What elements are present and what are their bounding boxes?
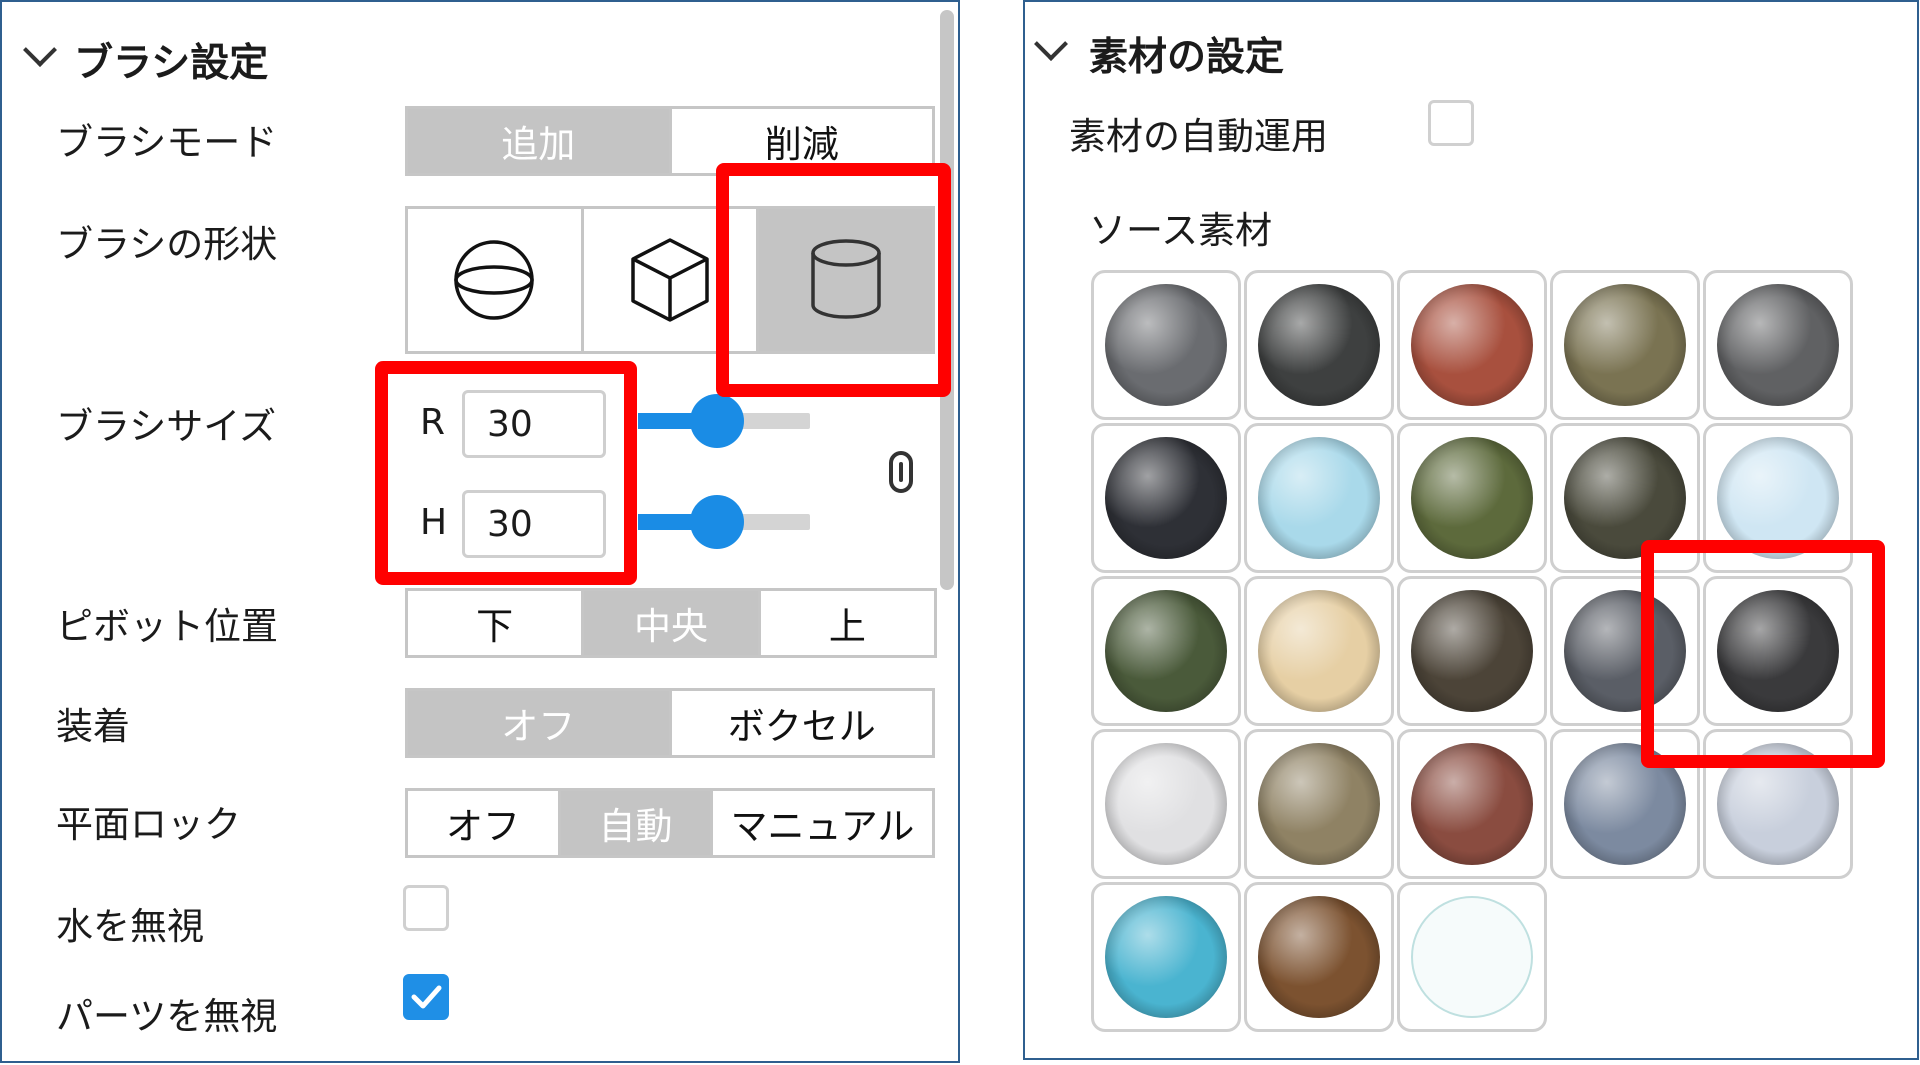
section-title-brush: ブラシ設定 — [74, 41, 269, 86]
material-swatch-air — [1411, 896, 1533, 1018]
brush-mode-label: ブラシモード — [56, 121, 278, 164]
auto-apply-label: 素材の自動運用 — [1069, 115, 1328, 158]
material-swatch-snow — [1717, 743, 1839, 865]
plane-lock-off[interactable]: オフ — [408, 791, 558, 855]
material-tile-snow[interactable] — [1703, 729, 1853, 879]
material-tile-mud[interactable] — [1397, 576, 1547, 726]
brush-mode-add[interactable]: 追加 — [408, 109, 669, 173]
material-tile-wood-planks[interactable] — [1244, 882, 1394, 1032]
brush-mode-toggle: 追加 削減 — [405, 106, 935, 176]
material-swatch-wood-planks — [1258, 896, 1380, 1018]
ignore-parts-label: パーツを無視 — [56, 995, 278, 1038]
material-swatch-sandstone — [1411, 743, 1533, 865]
pivot-label: ピボット位置 — [56, 605, 278, 648]
material-tile-air[interactable] — [1397, 882, 1547, 1032]
material-tile-asphalt[interactable] — [1091, 270, 1241, 420]
ignore-water-label: 水を無視 — [56, 905, 204, 948]
material-tile-leafy-grass[interactable] — [1091, 576, 1241, 726]
checkmark-icon — [411, 985, 442, 1009]
shape-cube-button[interactable] — [580, 209, 757, 351]
shape-cylinder-button[interactable] — [756, 209, 933, 351]
material-swatch-mud — [1411, 590, 1533, 712]
material-settings-panel: 素材の設定 素材の自動運用 ソース素材 — [1023, 0, 1919, 1060]
chevron-down-icon[interactable] — [23, 33, 57, 67]
height-slider-thumb[interactable] — [690, 495, 745, 549]
radius-input[interactable]: 30 — [462, 390, 606, 458]
material-swatch-ground — [1564, 437, 1686, 559]
plane-lock-label: 平面ロック — [56, 803, 241, 846]
material-swatch-cobblestone — [1564, 284, 1686, 406]
attach-off[interactable]: オフ — [408, 691, 669, 755]
ignore-water-checkbox[interactable] — [403, 885, 449, 931]
chevron-down-icon[interactable] — [1034, 27, 1068, 61]
pivot-bottom[interactable]: 下 — [408, 591, 581, 655]
material-swatch-water — [1105, 896, 1227, 1018]
material-tile-salt[interactable] — [1091, 729, 1241, 879]
material-tile-ice[interactable] — [1703, 423, 1853, 573]
material-tile-grass[interactable] — [1397, 423, 1547, 573]
material-swatch-grass — [1411, 437, 1533, 559]
material-swatch-brick — [1411, 284, 1533, 406]
material-tile-slate[interactable] — [1550, 729, 1700, 879]
material-swatch-sand — [1258, 743, 1380, 865]
attach-toggle: オフ ボクセル — [405, 688, 935, 758]
material-tile-brick[interactable] — [1397, 270, 1547, 420]
material-tile-rock[interactable] — [1703, 576, 1853, 726]
radius-label: R — [420, 402, 446, 443]
material-tile-ground[interactable] — [1550, 423, 1700, 573]
material-tile-pavement[interactable] — [1550, 576, 1700, 726]
material-tile-limestone[interactable] — [1244, 576, 1394, 726]
brush-mode-subtract[interactable]: 削減 — [668, 109, 933, 173]
pivot-center[interactable]: 中央 — [581, 591, 758, 655]
brush-settings-panel: ブラシ設定 ブラシモード 追加 削減 ブラシの形状 ブラシサイズ R 30 H … — [0, 0, 960, 1063]
material-tile-sandstone[interactable] — [1397, 729, 1547, 879]
shape-sphere-button[interactable] — [408, 209, 581, 351]
pivot-top[interactable]: 上 — [757, 591, 934, 655]
scrollbar[interactable] — [940, 10, 954, 590]
height-input[interactable]: 30 — [462, 490, 606, 558]
sphere-icon — [454, 240, 535, 320]
height-label: H — [420, 502, 448, 543]
material-swatch-glacier — [1258, 437, 1380, 559]
ignore-parts-checkbox[interactable] — [403, 974, 449, 1020]
brush-shape-label: ブラシの形状 — [56, 223, 278, 266]
attach-voxel[interactable]: ボクセル — [668, 691, 933, 755]
material-swatch-slate — [1564, 743, 1686, 865]
source-material-label: ソース素材 — [1089, 209, 1273, 252]
cylinder-icon — [810, 239, 881, 319]
material-tile-cobblestone[interactable] — [1550, 270, 1700, 420]
radius-slider-thumb[interactable] — [690, 394, 745, 448]
brush-size-label: ブラシサイズ — [56, 405, 277, 448]
material-swatch-salt — [1105, 743, 1227, 865]
material-swatch-rock — [1717, 590, 1839, 712]
section-title-material: 素材の設定 — [1089, 35, 1285, 80]
material-tile-cracked-lava[interactable] — [1091, 423, 1241, 573]
plane-lock-manual[interactable]: マニュアル — [710, 791, 932, 855]
material-swatch-leafy-grass — [1105, 590, 1227, 712]
pivot-toggle: 下 中央 上 — [405, 588, 937, 658]
attach-label: 装着 — [56, 705, 130, 748]
material-swatch-pavement — [1564, 590, 1686, 712]
cube-icon — [631, 238, 709, 322]
plane-lock-auto[interactable]: 自動 — [558, 791, 710, 855]
material-tile-concrete[interactable] — [1703, 270, 1853, 420]
material-swatch-cracked-lava — [1105, 437, 1227, 559]
material-swatch-limestone — [1258, 590, 1380, 712]
material-tile-glacier[interactable] — [1244, 423, 1394, 573]
material-swatch-ice — [1717, 437, 1839, 559]
material-tile-basalt[interactable] — [1244, 270, 1394, 420]
material-tile-water[interactable] — [1091, 882, 1241, 1032]
link-icon[interactable] — [888, 450, 914, 494]
material-grid — [1091, 270, 1857, 1036]
brush-shape-selector — [405, 206, 935, 354]
auto-apply-checkbox[interactable] — [1428, 100, 1474, 146]
plane-lock-toggle: オフ 自動 マニュアル — [405, 788, 935, 858]
material-swatch-concrete — [1717, 284, 1839, 406]
material-swatch-basalt — [1258, 284, 1380, 406]
material-swatch-asphalt — [1105, 284, 1227, 406]
material-tile-sand[interactable] — [1244, 729, 1394, 879]
